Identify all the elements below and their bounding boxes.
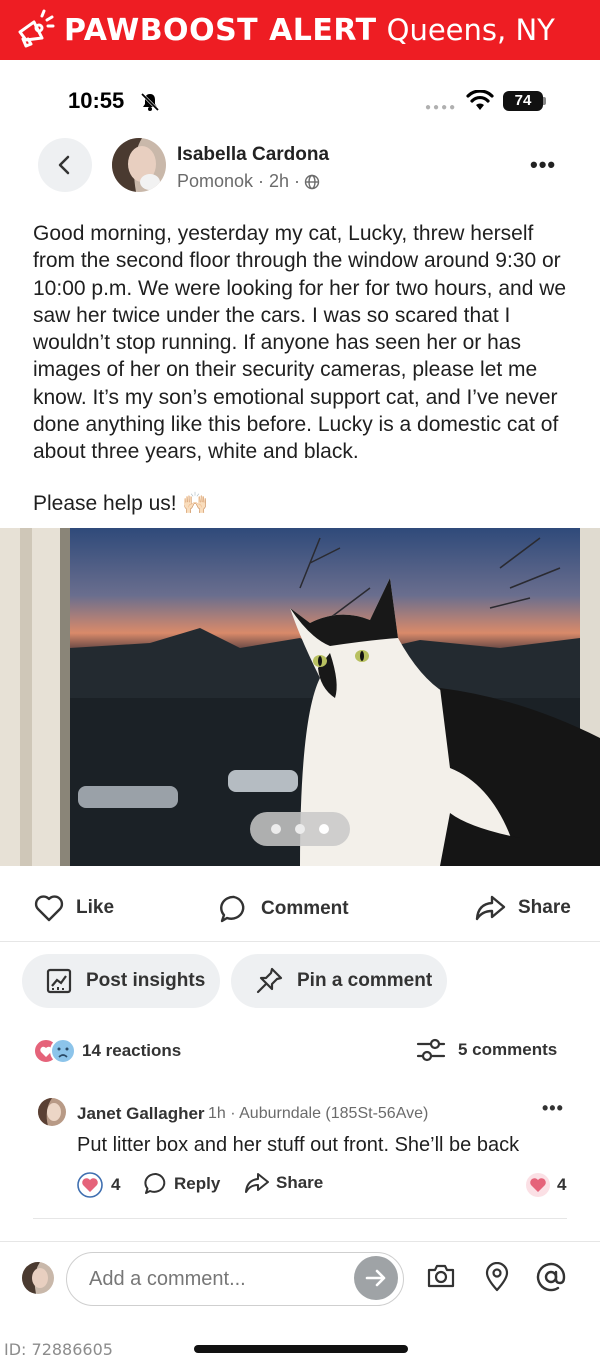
wifi-icon bbox=[466, 90, 494, 110]
comment-share-button[interactable]: Share bbox=[244, 1172, 323, 1194]
comments-count: 5 comments bbox=[458, 1040, 558, 1059]
send-button[interactable] bbox=[354, 1256, 398, 1300]
megaphone-icon bbox=[18, 9, 55, 48]
banner-brand: PAWBOOST ALERT bbox=[64, 12, 377, 48]
photo-pager[interactable] bbox=[250, 812, 350, 846]
battery-tip bbox=[543, 97, 546, 105]
divider bbox=[0, 1241, 600, 1242]
reaction-emoji-icons[interactable] bbox=[33, 1037, 79, 1065]
comment-bubble-icon bbox=[220, 895, 245, 923]
share-arrow-icon bbox=[475, 895, 506, 921]
like-label: Like bbox=[76, 897, 115, 918]
pager-dot-active bbox=[319, 824, 329, 834]
pager-dot bbox=[271, 824, 281, 834]
globe-icon bbox=[304, 174, 320, 189]
comment-reaction-count: 4 bbox=[557, 1175, 567, 1194]
reply-button[interactable]: Reply bbox=[144, 1172, 220, 1196]
post-actions: Like Comment Share bbox=[0, 888, 600, 932]
home-indicator[interactable] bbox=[194, 1345, 408, 1353]
battery-icon: 74 bbox=[503, 91, 543, 111]
post-body: Good morning, yesterday my cat, Lucky, t… bbox=[33, 222, 567, 464]
comment-reaction-summary[interactable]: 4 bbox=[525, 1172, 566, 1198]
post-help-text: Please help us! 🙌🏻 bbox=[33, 492, 209, 515]
camera-icon[interactable] bbox=[426, 1262, 456, 1290]
divider bbox=[0, 941, 600, 942]
location-pin-icon[interactable] bbox=[484, 1262, 510, 1292]
back-button[interactable] bbox=[38, 138, 92, 192]
divider bbox=[33, 1218, 567, 1219]
status-bar: 10:55 ●●●● 74 bbox=[0, 86, 600, 122]
heart-reaction-icon bbox=[526, 1173, 550, 1197]
pager-dot bbox=[295, 824, 305, 834]
author-name[interactable]: Isabella Cardona bbox=[177, 144, 329, 166]
comment-label: Comment bbox=[261, 898, 349, 919]
author-avatar[interactable] bbox=[112, 138, 166, 192]
arrow-right-icon bbox=[365, 1269, 386, 1287]
post-insights-button[interactable]: Post insights bbox=[22, 954, 220, 1008]
like-button[interactable]: Like bbox=[34, 894, 114, 922]
reactions-row: 14 reactions 5 comments bbox=[0, 1035, 600, 1067]
comment-button[interactable]: Comment bbox=[219, 894, 349, 924]
comment-text: Put litter box and her stuff out front. … bbox=[77, 1134, 520, 1156]
current-user-avatar bbox=[22, 1262, 54, 1294]
banner-location: Queens, NY bbox=[386, 13, 555, 47]
chevron-left-icon bbox=[58, 155, 70, 175]
comment-actions: 4 Reply Share 4 bbox=[77, 1172, 577, 1198]
comment-more-button[interactable]: ••• bbox=[542, 1098, 564, 1119]
reactions-count[interactable]: 14 reactions bbox=[82, 1041, 181, 1061]
at-sign-icon[interactable] bbox=[536, 1262, 566, 1292]
comment-item: Janet Gallagher 1h · Auburndale (185St-5… bbox=[0, 1096, 600, 1208]
comment-like-button[interactable]: 4 bbox=[77, 1172, 120, 1198]
post-insights-label: Post insights bbox=[86, 970, 206, 991]
heart-reaction-icon bbox=[77, 1172, 103, 1198]
post-meta-text: Pomonok · 2h · bbox=[177, 171, 301, 191]
status-time: 10:55 bbox=[68, 88, 125, 113]
insights-chart-icon bbox=[46, 968, 72, 994]
pin-comment-button[interactable]: Pin a comment bbox=[231, 954, 447, 1008]
post-header: Isabella Cardona Pomonok · 2h · ••• bbox=[0, 138, 600, 194]
commenter-avatar[interactable] bbox=[38, 1098, 66, 1126]
post-more-button[interactable]: ••• bbox=[530, 152, 556, 178]
comment-share-label: Share bbox=[276, 1173, 324, 1192]
share-arrow-icon bbox=[245, 1173, 269, 1193]
comments-count-link[interactable]: 5 comments bbox=[416, 1037, 557, 1063]
share-button[interactable]: Share bbox=[474, 894, 571, 922]
share-label: Share bbox=[518, 897, 571, 918]
filter-sliders-icon bbox=[416, 1038, 446, 1062]
comment-like-count: 4 bbox=[111, 1175, 121, 1194]
pawboost-banner: PAWBOOST ALERT Queens, NY bbox=[0, 0, 600, 60]
comment-composer bbox=[0, 1250, 600, 1308]
post-meta: Pomonok · 2h · bbox=[177, 171, 320, 192]
reply-bubble-icon bbox=[144, 1173, 166, 1194]
post-photo[interactable] bbox=[0, 528, 600, 866]
pin-comment-label: Pin a comment bbox=[297, 970, 433, 991]
cellular-dots-icon: ●●●● bbox=[425, 102, 458, 113]
reply-label: Reply bbox=[174, 1174, 221, 1193]
comment-meta: 1h · Auburndale (185St-56Ave) bbox=[208, 1105, 429, 1122]
pin-icon bbox=[256, 967, 283, 994]
listing-id: ID: 72886605 bbox=[4, 1340, 113, 1359]
heart-icon bbox=[34, 895, 64, 922]
commenter-name[interactable]: Janet Gallagher bbox=[77, 1104, 205, 1124]
bell-slash-icon bbox=[140, 92, 160, 112]
